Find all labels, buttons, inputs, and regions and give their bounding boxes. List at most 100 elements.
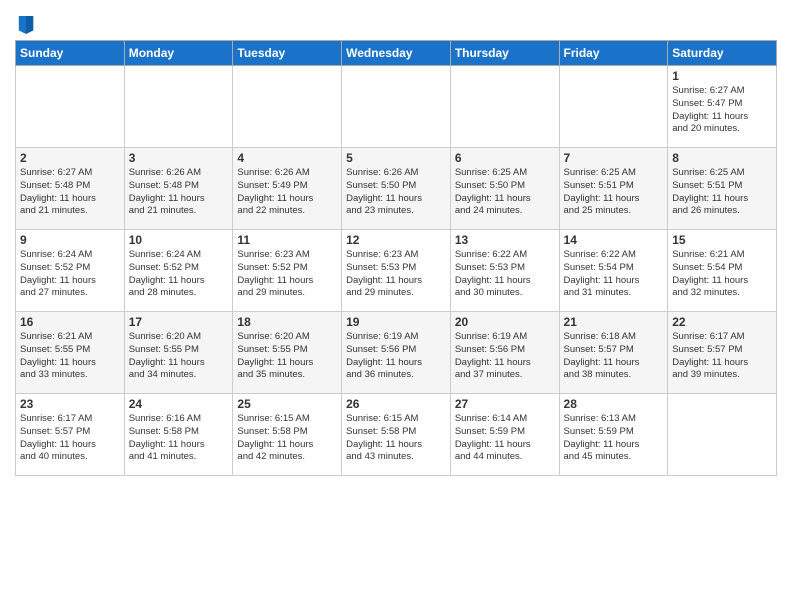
calendar-cell — [342, 66, 451, 148]
calendar-cell: 21 Sunrise: 6:18 AMSunset: 5:57 PMDayligh… — [559, 312, 668, 394]
cell-info: Sunrise: 6:25 AMSunset: 5:50 PMDaylight:… — [455, 167, 555, 218]
day-header-sunday: Sunday — [16, 41, 125, 66]
day-header-saturday: Saturday — [668, 41, 777, 66]
cell-info: Sunrise: 6:22 AMSunset: 5:53 PMDaylight:… — [455, 249, 555, 300]
day-number: 8 — [672, 151, 772, 165]
day-header-tuesday: Tuesday — [233, 41, 342, 66]
calendar-cell: 8 Sunrise: 6:25 AMSunset: 5:51 PMDaylight… — [668, 148, 777, 230]
calendar-cell: 20 Sunrise: 6:19 AMSunset: 5:56 PMDayligh… — [450, 312, 559, 394]
day-header-friday: Friday — [559, 41, 668, 66]
cell-info: Sunrise: 6:18 AMSunset: 5:57 PMDaylight:… — [564, 331, 664, 382]
calendar-week-3: 9 Sunrise: 6:24 AMSunset: 5:52 PMDaylight… — [16, 230, 777, 312]
calendar-cell — [668, 394, 777, 476]
day-number: 6 — [455, 151, 555, 165]
calendar-cell: 1Sunrise: 6:27 AMSunset: 5:47 PMDaylight… — [668, 66, 777, 148]
calendar-cell: 22 Sunrise: 6:17 AMSunset: 5:57 PMDayligh… — [668, 312, 777, 394]
calendar-cell: 5Sunrise: 6:26 AMSunset: 5:50 PMDaylight… — [342, 148, 451, 230]
cell-info: Sunrise: 6:20 AMSunset: 5:55 PMDaylight:… — [237, 331, 337, 382]
cell-info: Sunrise: 6:27 AMSunset: 5:48 PMDaylight:… — [20, 167, 120, 218]
day-number: 21 — [564, 315, 664, 329]
calendar-cell: 7Sunrise: 6:25 AMSunset: 5:51 PMDaylight… — [559, 148, 668, 230]
day-number: 13 — [455, 233, 555, 247]
main-container: SundayMondayTuesdayWednesdayThursdayFrid… — [0, 0, 792, 481]
day-number: 4 — [237, 151, 337, 165]
cell-info: Sunrise: 6:17 AMSunset: 5:57 PMDaylight:… — [672, 331, 772, 382]
calendar-cell: 17 Sunrise: 6:20 AMSunset: 5:55 PMDayligh… — [124, 312, 233, 394]
calendar-header-row: SundayMondayTuesdayWednesdayThursdayFrid… — [16, 41, 777, 66]
day-number: 12 — [346, 233, 446, 247]
day-number: 19 — [346, 315, 446, 329]
calendar-cell — [559, 66, 668, 148]
calendar-cell: 15 Sunrise: 6:21 AMSunset: 5:54 PMDayligh… — [668, 230, 777, 312]
cell-info: Sunrise: 6:13 AMSunset: 5:59 PMDaylight:… — [564, 413, 664, 464]
calendar-cell: 26 Sunrise: 6:15 AMSunset: 5:58 PMDayligh… — [342, 394, 451, 476]
day-number: 9 — [20, 233, 120, 247]
calendar-cell — [450, 66, 559, 148]
day-number: 20 — [455, 315, 555, 329]
cell-info: Sunrise: 6:25 AMSunset: 5:51 PMDaylight:… — [672, 167, 772, 218]
day-number: 14 — [564, 233, 664, 247]
calendar-cell: 11 Sunrise: 6:23 AMSunset: 5:52 PMDayligh… — [233, 230, 342, 312]
header — [15, 10, 777, 36]
calendar-cell: 19 Sunrise: 6:19 AMSunset: 5:56 PMDayligh… — [342, 312, 451, 394]
day-number: 10 — [129, 233, 229, 247]
cell-info: Sunrise: 6:16 AMSunset: 5:58 PMDaylight:… — [129, 413, 229, 464]
calendar-cell: 4Sunrise: 6:26 AMSunset: 5:49 PMDaylight… — [233, 148, 342, 230]
day-number: 16 — [20, 315, 120, 329]
calendar-cell: 25 Sunrise: 6:15 AMSunset: 5:58 PMDayligh… — [233, 394, 342, 476]
cell-info: Sunrise: 6:15 AMSunset: 5:58 PMDaylight:… — [346, 413, 446, 464]
cell-info: Sunrise: 6:19 AMSunset: 5:56 PMDaylight:… — [455, 331, 555, 382]
day-number: 5 — [346, 151, 446, 165]
cell-info: Sunrise: 6:21 AMSunset: 5:55 PMDaylight:… — [20, 331, 120, 382]
calendar-cell: 24 Sunrise: 6:16 AMSunset: 5:58 PMDayligh… — [124, 394, 233, 476]
day-number: 7 — [564, 151, 664, 165]
day-number: 26 — [346, 397, 446, 411]
calendar-cell: 13 Sunrise: 6:22 AMSunset: 5:53 PMDayligh… — [450, 230, 559, 312]
day-number: 27 — [455, 397, 555, 411]
calendar-cell: 12 Sunrise: 6:23 AMSunset: 5:53 PMDayligh… — [342, 230, 451, 312]
cell-info: Sunrise: 6:24 AMSunset: 5:52 PMDaylight:… — [20, 249, 120, 300]
calendar-cell: 16 Sunrise: 6:21 AMSunset: 5:55 PMDayligh… — [16, 312, 125, 394]
day-number: 18 — [237, 315, 337, 329]
day-number: 17 — [129, 315, 229, 329]
day-number: 2 — [20, 151, 120, 165]
cell-info: Sunrise: 6:15 AMSunset: 5:58 PMDaylight:… — [237, 413, 337, 464]
calendar-cell — [124, 66, 233, 148]
calendar-cell: 10 Sunrise: 6:24 AMSunset: 5:52 PMDayligh… — [124, 230, 233, 312]
cell-info: Sunrise: 6:20 AMSunset: 5:55 PMDaylight:… — [129, 331, 229, 382]
cell-info: Sunrise: 6:22 AMSunset: 5:54 PMDaylight:… — [564, 249, 664, 300]
day-number: 28 — [564, 397, 664, 411]
day-number: 15 — [672, 233, 772, 247]
calendar-cell: 18 Sunrise: 6:20 AMSunset: 5:55 PMDayligh… — [233, 312, 342, 394]
cell-info: Sunrise: 6:26 AMSunset: 5:48 PMDaylight:… — [129, 167, 229, 218]
cell-info: Sunrise: 6:17 AMSunset: 5:57 PMDaylight:… — [20, 413, 120, 464]
calendar-cell: 6 Sunrise: 6:25 AMSunset: 5:50 PMDaylight… — [450, 148, 559, 230]
day-number: 3 — [129, 151, 229, 165]
calendar-table: SundayMondayTuesdayWednesdayThursdayFrid… — [15, 40, 777, 476]
logo — [15, 14, 41, 36]
cell-info: Sunrise: 6:23 AMSunset: 5:53 PMDaylight:… — [346, 249, 446, 300]
calendar-cell: 2 Sunrise: 6:27 AMSunset: 5:48 PMDaylight… — [16, 148, 125, 230]
day-number: 24 — [129, 397, 229, 411]
day-header-wednesday: Wednesday — [342, 41, 451, 66]
day-number: 25 — [237, 397, 337, 411]
cell-info: Sunrise: 6:24 AMSunset: 5:52 PMDaylight:… — [129, 249, 229, 300]
cell-info: Sunrise: 6:23 AMSunset: 5:52 PMDaylight:… — [237, 249, 337, 300]
calendar-cell: 14 Sunrise: 6:22 AMSunset: 5:54 PMDayligh… — [559, 230, 668, 312]
cell-info: Sunrise: 6:19 AMSunset: 5:56 PMDaylight:… — [346, 331, 446, 382]
calendar-cell — [233, 66, 342, 148]
calendar-cell: 3 Sunrise: 6:26 AMSunset: 5:48 PMDaylight… — [124, 148, 233, 230]
day-number: 1 — [672, 69, 772, 83]
logo-icon — [17, 14, 35, 36]
calendar-week-2: 2 Sunrise: 6:27 AMSunset: 5:48 PMDaylight… — [16, 148, 777, 230]
calendar-cell: 23 Sunrise: 6:17 AMSunset: 5:57 PMDayligh… — [16, 394, 125, 476]
calendar-cell: 28 Sunrise: 6:13 AMSunset: 5:59 PMDayligh… — [559, 394, 668, 476]
day-header-monday: Monday — [124, 41, 233, 66]
calendar-cell — [16, 66, 125, 148]
day-number: 11 — [237, 233, 337, 247]
day-number: 22 — [672, 315, 772, 329]
calendar-week-1: 1Sunrise: 6:27 AMSunset: 5:47 PMDaylight… — [16, 66, 777, 148]
day-number: 23 — [20, 397, 120, 411]
day-header-thursday: Thursday — [450, 41, 559, 66]
cell-info: Sunrise: 6:21 AMSunset: 5:54 PMDaylight:… — [672, 249, 772, 300]
